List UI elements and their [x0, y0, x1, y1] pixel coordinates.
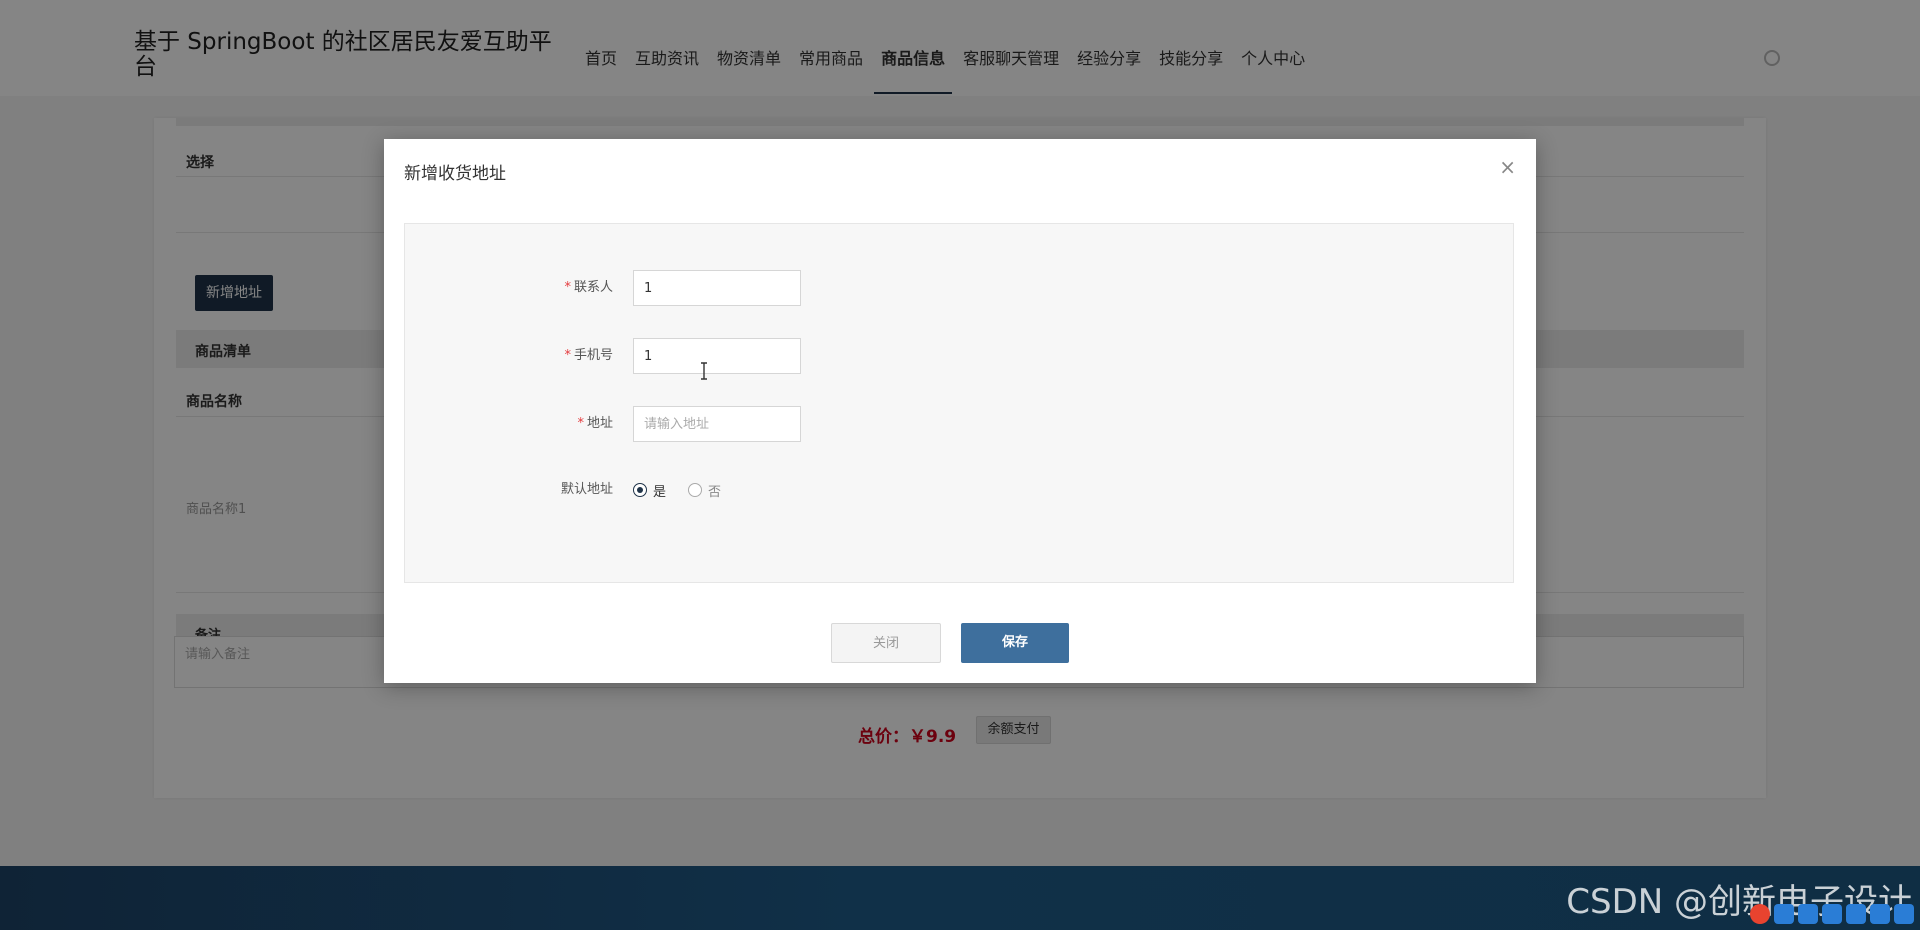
address-input[interactable] [633, 406, 801, 442]
keyboard-icon[interactable] [1822, 904, 1842, 924]
close-icon[interactable]: × [1499, 157, 1516, 177]
add-address-modal: 新增收货地址 × *联系人 *手机号 *地址 默认地址 是 [384, 139, 1536, 683]
radio-checked-icon [633, 483, 647, 497]
grid-menu-icon[interactable] [1894, 904, 1914, 924]
radio-yes-label: 是 [653, 484, 667, 500]
radio-yes[interactable]: 是 [633, 481, 666, 500]
sogou-ime-icon[interactable] [1750, 904, 1770, 924]
close-button[interactable]: 关闭 [831, 623, 941, 663]
radio-no-label: 否 [708, 484, 722, 500]
skin-icon[interactable] [1846, 904, 1866, 924]
contact-input[interactable] [633, 270, 801, 306]
contact-label: * 联系人 [564, 270, 613, 306]
address-form: *联系人 *手机号 *地址 默认地址 是 [404, 223, 1514, 583]
form-row-contact: * 联系人 [405, 270, 1513, 306]
ime-mode-icon[interactable] [1774, 904, 1794, 924]
address-label-text: 地址 [586, 416, 613, 431]
radio-unchecked-icon [688, 483, 703, 497]
required-mark: * [577, 416, 584, 431]
system-tray [1750, 904, 1914, 924]
required-mark: * [564, 348, 571, 363]
radio-no[interactable]: 否 [688, 481, 721, 500]
form-row-default: 默认地址 是 否 [405, 472, 1513, 508]
default-address-radio-group: 是 否 [633, 472, 743, 508]
phone-label: * 手机号 [564, 338, 613, 374]
contact-label-text: 联系人 [573, 280, 613, 295]
required-mark: * [564, 280, 571, 295]
toolbox-icon[interactable] [1870, 904, 1890, 924]
phone-input[interactable] [633, 338, 801, 374]
text-cursor-icon [701, 362, 707, 380]
default-address-label: 默认地址 [560, 482, 613, 497]
form-row-address: * 地址 [405, 406, 1513, 442]
app-root: 基于 SpringBoot 的社区居民友爱互助平台 首页 互助资讯 物资清单 常… [0, 0, 1920, 930]
modal-title: 新增收货地址 [404, 164, 506, 184]
save-button[interactable]: 保存 [961, 623, 1069, 663]
form-row-phone: * 手机号 [405, 338, 1513, 374]
phone-label-text: 手机号 [573, 348, 613, 363]
address-label: * 地址 [577, 406, 613, 442]
taskbar: CSDN @创新电子设计 [0, 866, 1920, 930]
microphone-icon[interactable] [1798, 904, 1818, 924]
